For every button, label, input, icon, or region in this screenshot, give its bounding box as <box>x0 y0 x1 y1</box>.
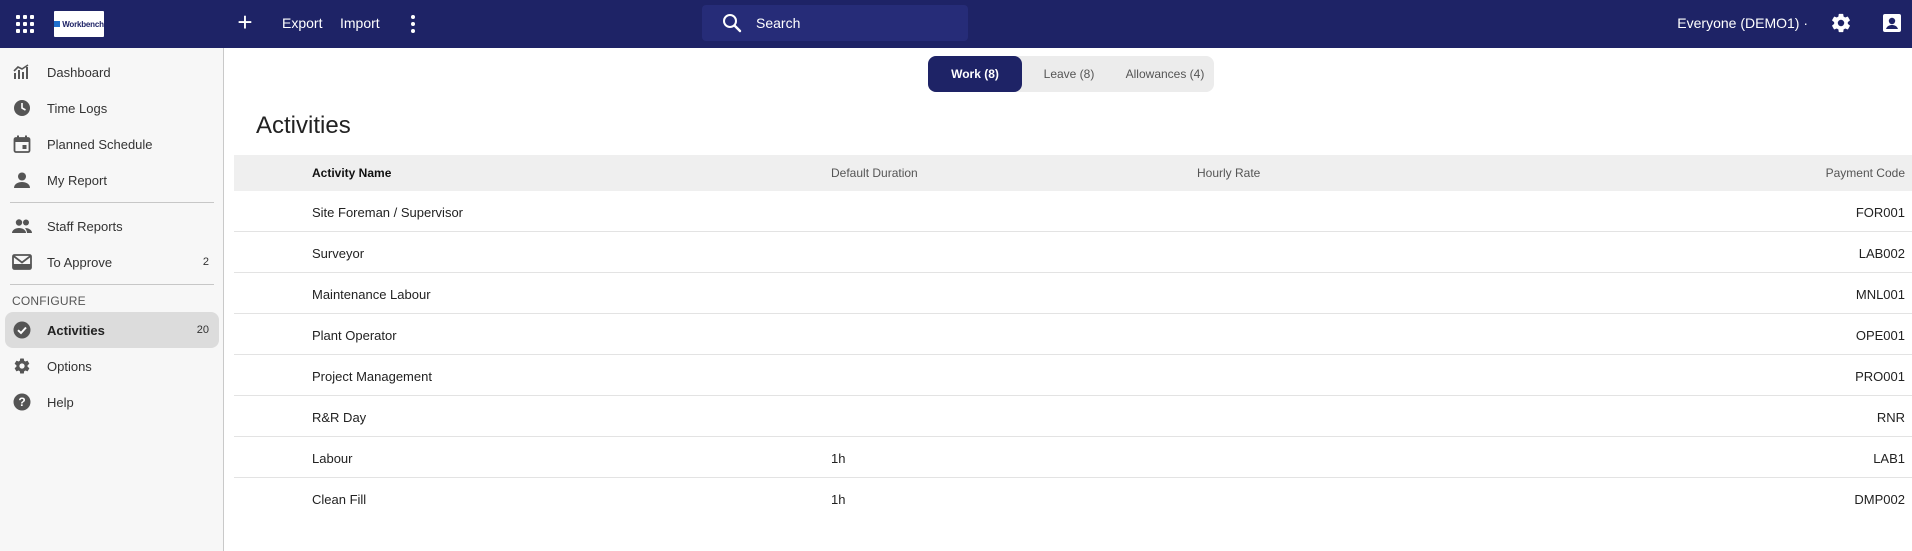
cell-activity-name: R&R Day <box>312 410 367 425</box>
gear-icon <box>12 356 32 376</box>
sidebar-item-dashboard[interactable]: Dashboard <box>5 54 219 90</box>
column-header-default-duration[interactable]: Default Duration <box>831 166 918 180</box>
tab-allowances[interactable]: Allowances (4) <box>1116 56 1214 92</box>
add-icon[interactable]: + <box>232 9 258 36</box>
check-circle-icon <box>12 320 32 340</box>
table-row[interactable]: Site Foreman / Supervisor FOR001 <box>234 191 1912 232</box>
import-button[interactable]: Import <box>340 15 380 31</box>
sidebar-item-to-approve[interactable]: To Approve 2 <box>5 244 219 280</box>
table-row[interactable]: Project Management PRO001 <box>234 355 1912 396</box>
cell-payment-code: LAB1 <box>1873 451 1905 466</box>
export-button[interactable]: Export <box>282 15 322 31</box>
table-row[interactable]: R&R Day RNR <box>234 396 1912 437</box>
clock-icon <box>12 98 32 118</box>
cell-payment-code: RNR <box>1876 410 1905 425</box>
search-input[interactable]: Search <box>702 5 968 41</box>
cell-activity-name: Project Management <box>312 369 432 384</box>
activity-type-tabs: Work (8) Leave (8) Allowances (4) <box>928 56 1214 92</box>
more-options-icon[interactable] <box>410 13 416 35</box>
sidebar-item-options[interactable]: Options <box>5 348 219 384</box>
search-icon <box>723 14 742 33</box>
sidebar-item-label: My Report <box>47 172 107 188</box>
svg-text:?: ? <box>18 395 25 409</box>
cell-activity-name: Surveyor <box>312 246 365 261</box>
person-icon <box>12 170 32 190</box>
cell-payment-code: LAB002 <box>1858 246 1905 261</box>
activities-table: Activity Name Default Duration Hourly Ra… <box>234 155 1912 519</box>
sidebar-item-label: Staff Reports <box>47 218 123 234</box>
table-header: Activity Name Default Duration Hourly Ra… <box>234 155 1912 191</box>
cell-activity-name: Plant Operator <box>312 328 397 343</box>
table-row[interactable]: Labour 1h LAB1 <box>234 437 1912 478</box>
column-header-activity-name[interactable]: Activity Name <box>312 166 391 180</box>
chart-icon <box>12 62 32 82</box>
table-row[interactable]: Maintenance Labour MNL001 <box>234 273 1912 314</box>
sidebar-item-label: Help <box>47 394 74 410</box>
sidebar-item-label: Planned Schedule <box>47 136 153 152</box>
sidebar-item-help[interactable]: ? Help <box>5 384 219 420</box>
cell-payment-code: DMP002 <box>1854 492 1905 507</box>
org-selector[interactable]: Everyone (DEMO1) · <box>1677 15 1808 31</box>
sidebar-item-label: Activities <box>47 322 105 338</box>
sidebar-item-label: Dashboard <box>47 64 111 80</box>
cell-payment-code: PRO001 <box>1855 369 1905 384</box>
cell-activity-name: Maintenance Labour <box>312 287 431 302</box>
activities-count-badge: 20 <box>196 324 209 336</box>
cell-payment-code: FOR001 <box>1855 205 1905 220</box>
cell-activity-name: Clean Fill <box>312 492 367 507</box>
table-row[interactable]: Surveyor LAB002 <box>234 232 1912 273</box>
cell-activity-name: Labour <box>312 451 353 466</box>
sidebar-item-label: Options <box>47 358 92 374</box>
sidebar-divider <box>10 284 214 285</box>
sidebar-item-staff-reports[interactable]: Staff Reports <box>5 208 219 244</box>
column-header-payment-code[interactable]: Payment Code <box>1826 166 1905 180</box>
cell-payment-code: MNL001 <box>1855 287 1905 302</box>
top-bar: Workbench + Export Import Search Everyon… <box>0 0 1912 48</box>
sidebar: Dashboard Time Logs Planned Schedule My … <box>0 48 224 551</box>
account-icon[interactable] <box>1882 13 1902 38</box>
column-header-hourly-rate[interactable]: Hourly Rate <box>1197 166 1260 180</box>
sidebar-item-label: Time Logs <box>47 100 108 116</box>
tab-leave[interactable]: Leave (8) <box>1022 56 1116 92</box>
help-icon: ? <box>12 392 32 412</box>
apps-grid-icon[interactable] <box>14 13 36 35</box>
sidebar-item-time-logs[interactable]: Time Logs <box>5 90 219 126</box>
cell-payment-code: OPE001 <box>1855 328 1905 343</box>
inbox-icon <box>12 252 32 272</box>
cell-default-duration: 1h <box>831 492 846 507</box>
settings-gear-icon[interactable] <box>1830 12 1852 39</box>
sidebar-item-activities[interactable]: Activities 20 <box>5 312 219 348</box>
table-row[interactable]: Clean Fill 1h DMP002 <box>234 478 1912 519</box>
tab-work[interactable]: Work (8) <box>928 56 1022 92</box>
search-placeholder: Search <box>756 15 801 31</box>
sidebar-item-label: To Approve <box>47 254 113 270</box>
company-logo[interactable]: Workbench <box>54 11 104 37</box>
table-row[interactable]: Plant Operator OPE001 <box>234 314 1912 355</box>
sidebar-divider <box>10 202 214 203</box>
approve-count-badge: 2 <box>202 256 209 268</box>
sidebar-item-planned-schedule[interactable]: Planned Schedule <box>5 126 219 162</box>
sidebar-item-my-report[interactable]: My Report <box>5 162 219 198</box>
configure-section-label: CONFIGURE <box>12 294 86 308</box>
people-icon <box>12 216 32 236</box>
cell-activity-name: Site Foreman / Supervisor <box>312 205 464 220</box>
calendar-icon <box>12 134 32 154</box>
page-title: Activities <box>256 112 351 139</box>
cell-default-duration: 1h <box>831 451 846 466</box>
